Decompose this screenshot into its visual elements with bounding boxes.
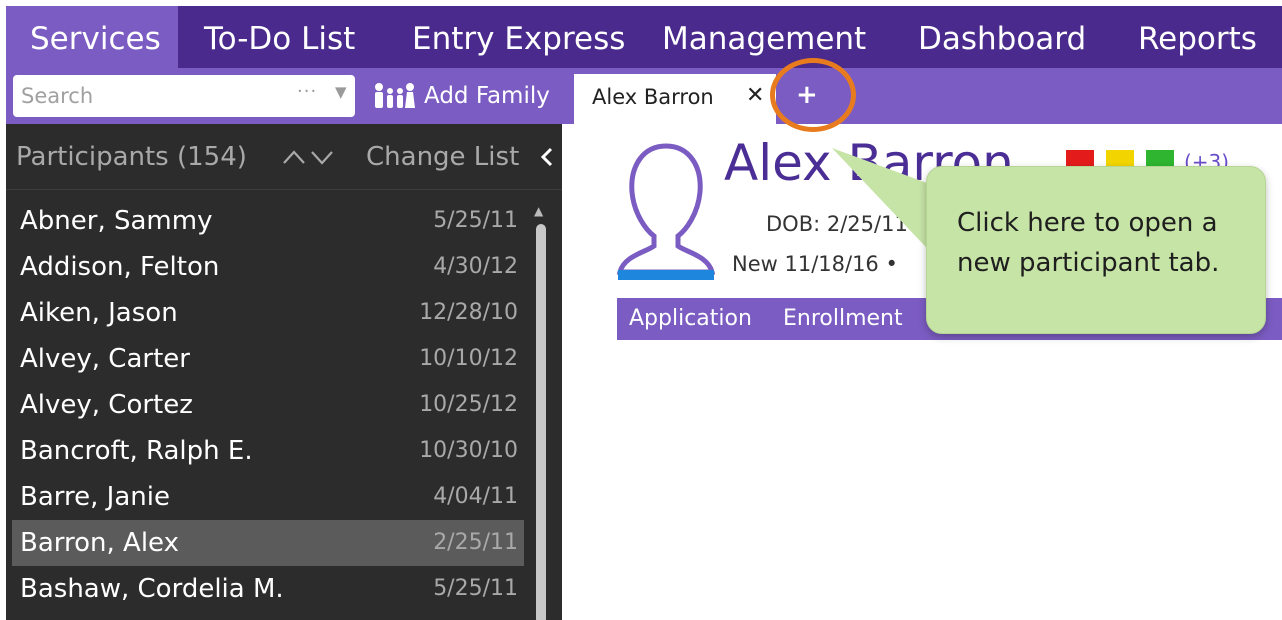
participant-row[interactable]: Alvey, Cortez 10/25/12: [12, 382, 524, 428]
participant-row[interactable]: Addison, Felton 4/30/12: [12, 244, 524, 290]
participant-name: Barron, Alex: [20, 528, 179, 558]
search-input[interactable]: [21, 81, 281, 111]
sort-arrows-icon[interactable]: [282, 148, 338, 166]
participant-date: 10/30/10: [419, 438, 518, 463]
sidebar-scrollbar[interactable]: [536, 224, 546, 620]
participant-row[interactable]: Alvey, Carter 10/10/12: [12, 336, 524, 382]
participant-row[interactable]: Abner, Sammy 5/25/11: [12, 198, 524, 244]
search-options-icon[interactable]: ···: [297, 81, 317, 102]
participant-name: Aiken, Jason: [20, 298, 178, 328]
add-family-label: Add Family: [424, 83, 550, 109]
participant-date: 5/25/11: [433, 208, 518, 233]
callout-text: Click here to open a new participant tab…: [957, 208, 1220, 278]
participants-title: Participants (154): [16, 142, 247, 172]
participant-date: 10/25/12: [419, 392, 518, 417]
tab-label: Alex Barron: [592, 85, 714, 109]
participant-date: 4/04/11: [433, 484, 518, 509]
participant-name: Alvey, Cortez: [20, 390, 193, 420]
participants-sidebar: Participants (154) Change List Abner, Sa…: [6, 124, 562, 620]
tab-application[interactable]: Application: [629, 306, 752, 331]
dropdown-caret-icon[interactable]: ▼: [335, 83, 347, 101]
top-nav: Services To-Do List Entry Express Manage…: [6, 6, 1282, 68]
scroll-up-icon[interactable]: ▲: [534, 204, 543, 218]
tab-alex-barron[interactable]: Alex Barron ✕: [574, 74, 776, 124]
sidebar-header: Participants (154) Change List: [6, 124, 562, 190]
add-family-button[interactable]: Add Family: [372, 78, 550, 114]
highlight-ring: [770, 58, 856, 132]
participant-date: 4/30/12: [433, 254, 518, 279]
participant-row[interactable]: Bashaw, Cordelia M. 5/25/11: [12, 566, 524, 612]
change-list-button[interactable]: Change List: [366, 142, 519, 172]
participant-name: Barre, Janie: [20, 482, 170, 512]
participant-row[interactable]: Barre, Janie 4/04/11: [12, 474, 524, 520]
nav-services[interactable]: Services: [6, 6, 178, 68]
collapse-chevron-icon[interactable]: [540, 146, 554, 168]
participant-name: Bancroft, Ralph E.: [20, 436, 253, 466]
close-tab-icon[interactable]: ✕: [746, 83, 764, 108]
participant-name: Bashaw, Cordelia M.: [20, 574, 284, 604]
participant-date: 2/25/11: [433, 530, 518, 555]
app-window: Services To-Do List Entry Express Manage…: [6, 6, 1282, 620]
nav-management[interactable]: Management: [662, 6, 866, 68]
avatar-icon: [616, 143, 716, 280]
nav-todo-list[interactable]: To-Do List: [204, 6, 355, 68]
participant-name: Abner, Sammy: [20, 206, 213, 236]
participant-name: Alvey, Carter: [20, 344, 190, 374]
tab-enrollment[interactable]: Enrollment: [783, 306, 903, 331]
nav-entry-express[interactable]: Entry Express: [412, 6, 625, 68]
nav-dashboard[interactable]: Dashboard: [918, 6, 1086, 68]
participant-row-selected[interactable]: Barron, Alex 2/25/11: [12, 520, 524, 566]
participant-name: Addison, Felton: [20, 252, 220, 282]
participant-row[interactable]: Bancroft, Ralph E. 10/30/10: [12, 428, 524, 474]
participant-date: 12/28/10: [419, 300, 518, 325]
participant-row[interactable]: Aiken, Jason 12/28/10: [12, 290, 524, 336]
participant-date: 10/10/12: [419, 346, 518, 371]
participant-date: 5/25/11: [433, 576, 518, 601]
tab-bar: ··· ▼ Add Family Alex Barron ✕ +: [6, 68, 1282, 124]
nav-reports[interactable]: Reports: [1138, 6, 1257, 68]
search-box: ··· ▼: [13, 75, 355, 117]
family-icon: [375, 83, 415, 108]
help-callout: Click here to open a new participant tab…: [926, 166, 1266, 334]
